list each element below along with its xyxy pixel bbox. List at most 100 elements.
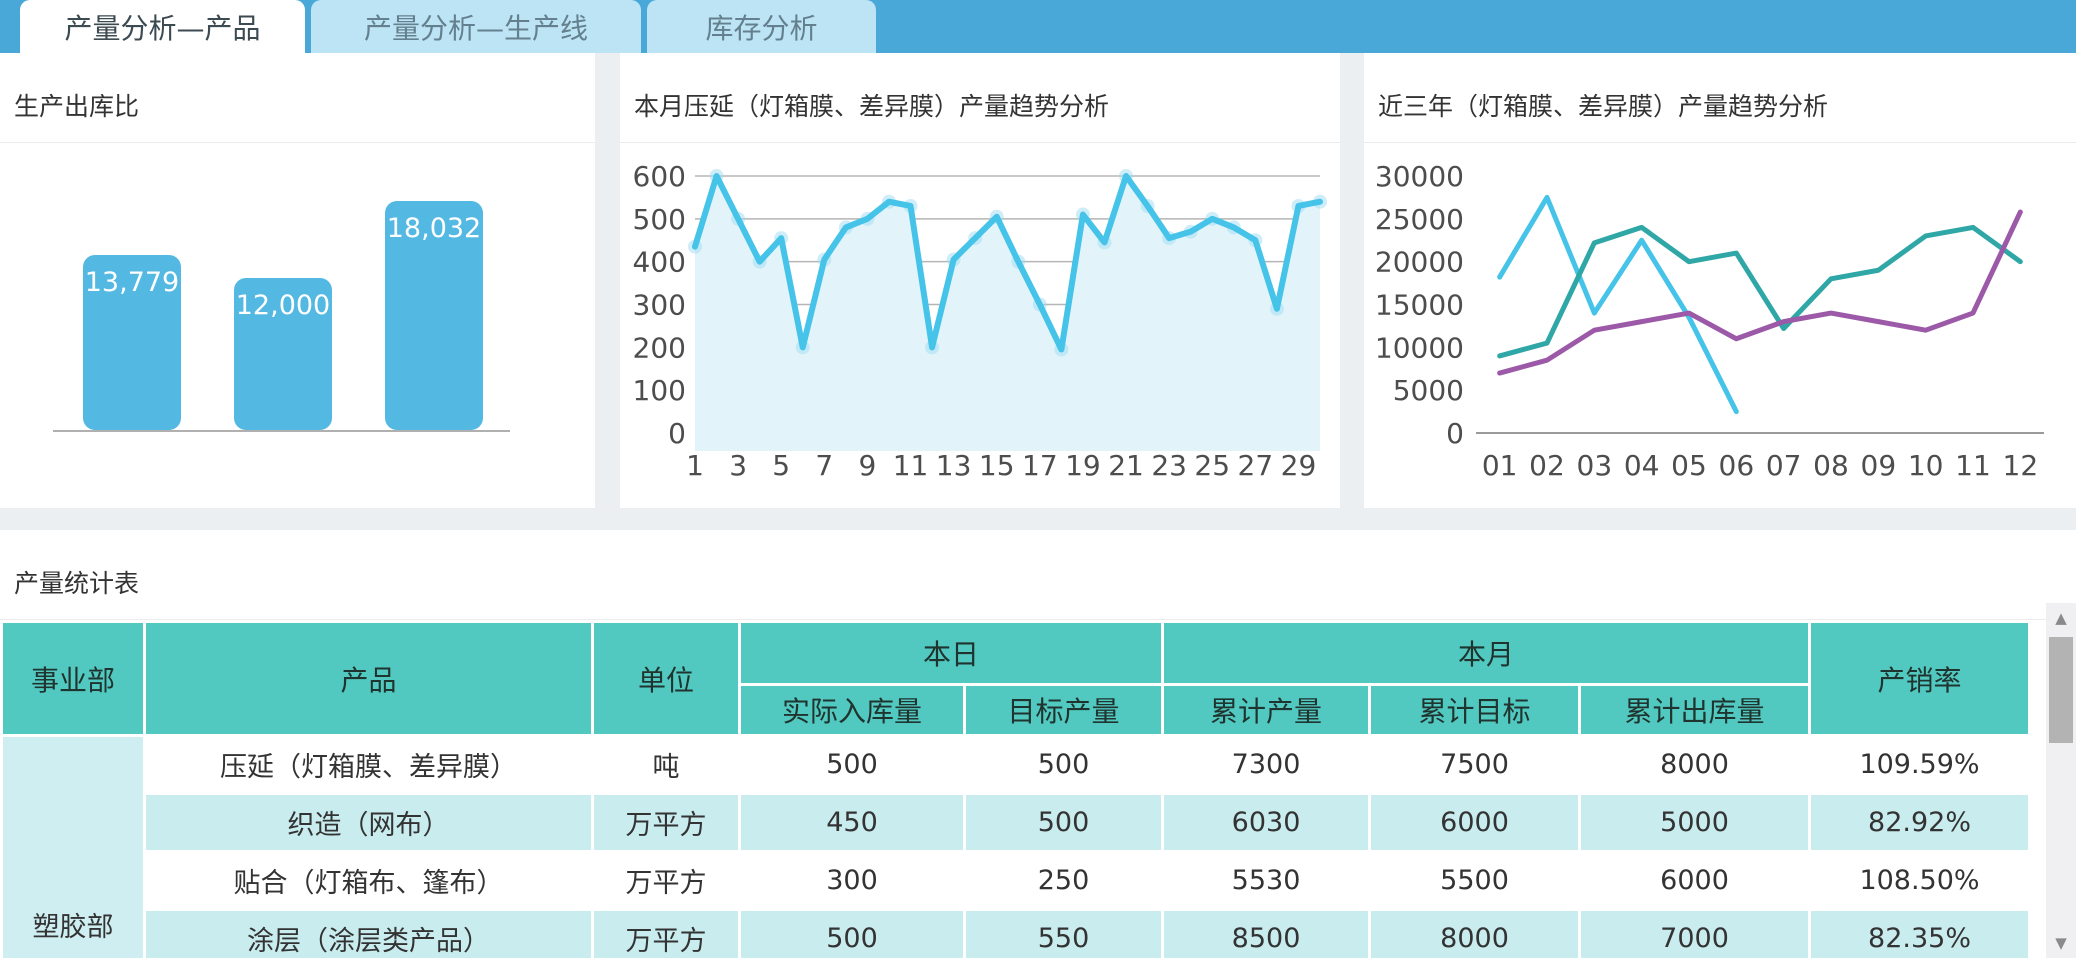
table-cell-rate: 108.50% xyxy=(1811,853,2028,908)
svg-text:01: 01 xyxy=(1482,449,1518,482)
svg-text:200: 200 xyxy=(633,331,686,364)
table-cell-daily_target: 250 xyxy=(966,853,1161,908)
scrollbar-down-icon[interactable]: ▼ xyxy=(2046,934,2076,952)
col-header-month-out: 累计出库量 xyxy=(1581,686,1808,734)
col-header-product: 产品 xyxy=(146,623,591,734)
table-cell-product: 压延（灯箱膜、差异膜） xyxy=(146,737,591,792)
panel-production-outbound-ratio: 生产出库比 13,779 12,000 18,032 xyxy=(0,53,595,508)
bar-chart-baseline xyxy=(53,430,510,432)
svg-text:7: 7 xyxy=(815,449,833,482)
bar: 12,000 xyxy=(234,278,332,430)
bar-value-label: 13,779 xyxy=(83,267,181,298)
svg-text:29: 29 xyxy=(1281,449,1317,482)
bar: 13,779 xyxy=(83,255,181,430)
three-year-chart-svg: 0 5000 10000 15000 20000 25000 30000 01 02 03 04 05… xyxy=(1364,143,2076,507)
col-header-division: 事业部 xyxy=(3,623,143,734)
table-cell-product: 涂层（涂层类产品） xyxy=(146,911,591,958)
svg-text:20000: 20000 xyxy=(1375,246,1464,279)
svg-text:600: 600 xyxy=(633,160,686,193)
bar: 18,032 xyxy=(385,201,483,430)
panel-title: 生产出库比 xyxy=(0,53,595,142)
svg-text:0: 0 xyxy=(1446,417,1464,450)
series-cyan xyxy=(1500,197,1737,411)
svg-text:27: 27 xyxy=(1238,449,1274,482)
svg-text:02: 02 xyxy=(1529,449,1565,482)
tab-inventory-analysis[interactable]: 库存分析 xyxy=(647,0,876,53)
table-cell-daily_actual: 500 xyxy=(741,911,963,958)
svg-text:400: 400 xyxy=(633,246,686,279)
production-statistics-table: 事业部 产品 单位 本日 本月 产销率 实际入库量 目标产量 累计产量 累计目标… xyxy=(0,620,2031,958)
table-cell-rate: 82.92% xyxy=(1811,795,2028,850)
monthly-line-chart: 0100200300400500600135791113151719212325… xyxy=(620,143,1340,507)
svg-text:23: 23 xyxy=(1151,449,1187,482)
panel-monthly-trend: 本月压延（灯箱膜、差异膜）产量趋势分析 01002003004005006001… xyxy=(620,53,1340,508)
series-teal xyxy=(1500,227,2021,356)
tab-bar: 产量分析—产品 产量分析—生产线 库存分析 xyxy=(0,0,2076,53)
tab-production-product[interactable]: 产量分析—产品 xyxy=(20,0,305,53)
scrollbar-up-icon[interactable]: ▲ xyxy=(2046,609,2076,627)
table-cell-month_total: 7300 xyxy=(1164,737,1368,792)
svg-text:15000: 15000 xyxy=(1375,289,1464,322)
svg-text:08: 08 xyxy=(1813,449,1849,482)
table-cell-month_target: 7500 xyxy=(1371,737,1578,792)
svg-text:5000: 5000 xyxy=(1393,374,1464,407)
table-title: 产量统计表 xyxy=(0,530,2076,619)
table-cell-month_out: 7000 xyxy=(1581,911,1808,958)
svg-text:21: 21 xyxy=(1108,449,1144,482)
table-cell-unit: 万平方 xyxy=(594,911,738,958)
svg-text:11: 11 xyxy=(1955,449,1991,482)
svg-text:0: 0 xyxy=(668,417,686,450)
svg-text:19: 19 xyxy=(1065,449,1101,482)
svg-text:30000: 30000 xyxy=(1375,160,1464,193)
table-cell-daily_actual: 300 xyxy=(741,853,963,908)
table-row: 贴合（灯箱布、篷布）万平方300250553055006000108.50% xyxy=(3,853,2028,908)
table-cell-month_total: 5530 xyxy=(1164,853,1368,908)
table-cell-daily_target: 550 xyxy=(966,911,1161,958)
svg-text:25: 25 xyxy=(1194,449,1230,482)
table-cell-rate: 82.35% xyxy=(1811,911,2028,958)
table-cell-rate: 109.59% xyxy=(1811,737,2028,792)
col-header-month-total: 累计产量 xyxy=(1164,686,1368,734)
table-cell-month_total: 8500 xyxy=(1164,911,1368,958)
svg-text:3: 3 xyxy=(729,449,747,482)
svg-text:05: 05 xyxy=(1671,449,1707,482)
table-cell-daily_actual: 450 xyxy=(741,795,963,850)
svg-text:17: 17 xyxy=(1022,449,1058,482)
col-header-month-target: 累计目标 xyxy=(1371,686,1578,734)
panel-production-table: 产量统计表 事业部 产品 单位 本日 本月 产销率 实际入库量 目标产量 累计产… xyxy=(0,530,2076,958)
svg-text:15: 15 xyxy=(979,449,1015,482)
svg-text:04: 04 xyxy=(1624,449,1660,482)
svg-text:100: 100 xyxy=(633,374,686,407)
table-cell-month_out: 6000 xyxy=(1581,853,1808,908)
col-header-unit: 单位 xyxy=(594,623,738,734)
col-header-daily-target: 目标产量 xyxy=(966,686,1161,734)
three-year-line-chart: 0 5000 10000 15000 20000 25000 30000 01 02 03 04 05… xyxy=(1364,143,2076,507)
table-cell-month_target: 8000 xyxy=(1371,911,1578,958)
table-cell-month_target: 6000 xyxy=(1371,795,1578,850)
table-cell-unit: 万平方 xyxy=(594,795,738,850)
svg-text:06: 06 xyxy=(1719,449,1755,482)
table-cell-month_target: 5500 xyxy=(1371,853,1578,908)
svg-text:10000: 10000 xyxy=(1375,331,1464,364)
svg-text:25000: 25000 xyxy=(1375,203,1464,236)
bar-chart: 13,779 12,000 18,032 xyxy=(0,143,595,507)
svg-text:1: 1 xyxy=(686,449,704,482)
panel-title: 近三年（灯箱膜、差异膜）产量趋势分析 xyxy=(1364,53,2076,142)
table-cell-unit: 吨 xyxy=(594,737,738,792)
bar-value-label: 12,000 xyxy=(234,290,332,321)
table-cell-daily_target: 500 xyxy=(966,795,1161,850)
monthly-chart-svg: 0100200300400500600135791113151719212325… xyxy=(620,143,1340,507)
svg-text:13: 13 xyxy=(936,449,972,482)
svg-text:09: 09 xyxy=(1861,449,1897,482)
scrollbar-thumb[interactable] xyxy=(2049,637,2073,743)
table-scrollbar[interactable]: ▲ ▼ xyxy=(2046,603,2076,958)
top-panels-row: 生产出库比 13,77912,00018,032 本月压延（灯箱膜、差异膜）产量… xyxy=(0,53,2076,508)
table-cell-daily_actual: 500 xyxy=(741,737,963,792)
svg-text:03: 03 xyxy=(1577,449,1613,482)
tab-production-line[interactable]: 产量分析—生产线 xyxy=(311,0,641,53)
table-row: 涂层（涂层类产品）万平方50055085008000700082.35% xyxy=(3,911,2028,958)
table-row: 织造（网布）万平方45050060306000500082.92% xyxy=(3,795,2028,850)
svg-text:12: 12 xyxy=(2003,449,2039,482)
table-row: 塑胶部压延（灯箱膜、差异膜）吨500500730075008000109.59% xyxy=(3,737,2028,792)
col-header-daily-actual: 实际入库量 xyxy=(741,686,963,734)
